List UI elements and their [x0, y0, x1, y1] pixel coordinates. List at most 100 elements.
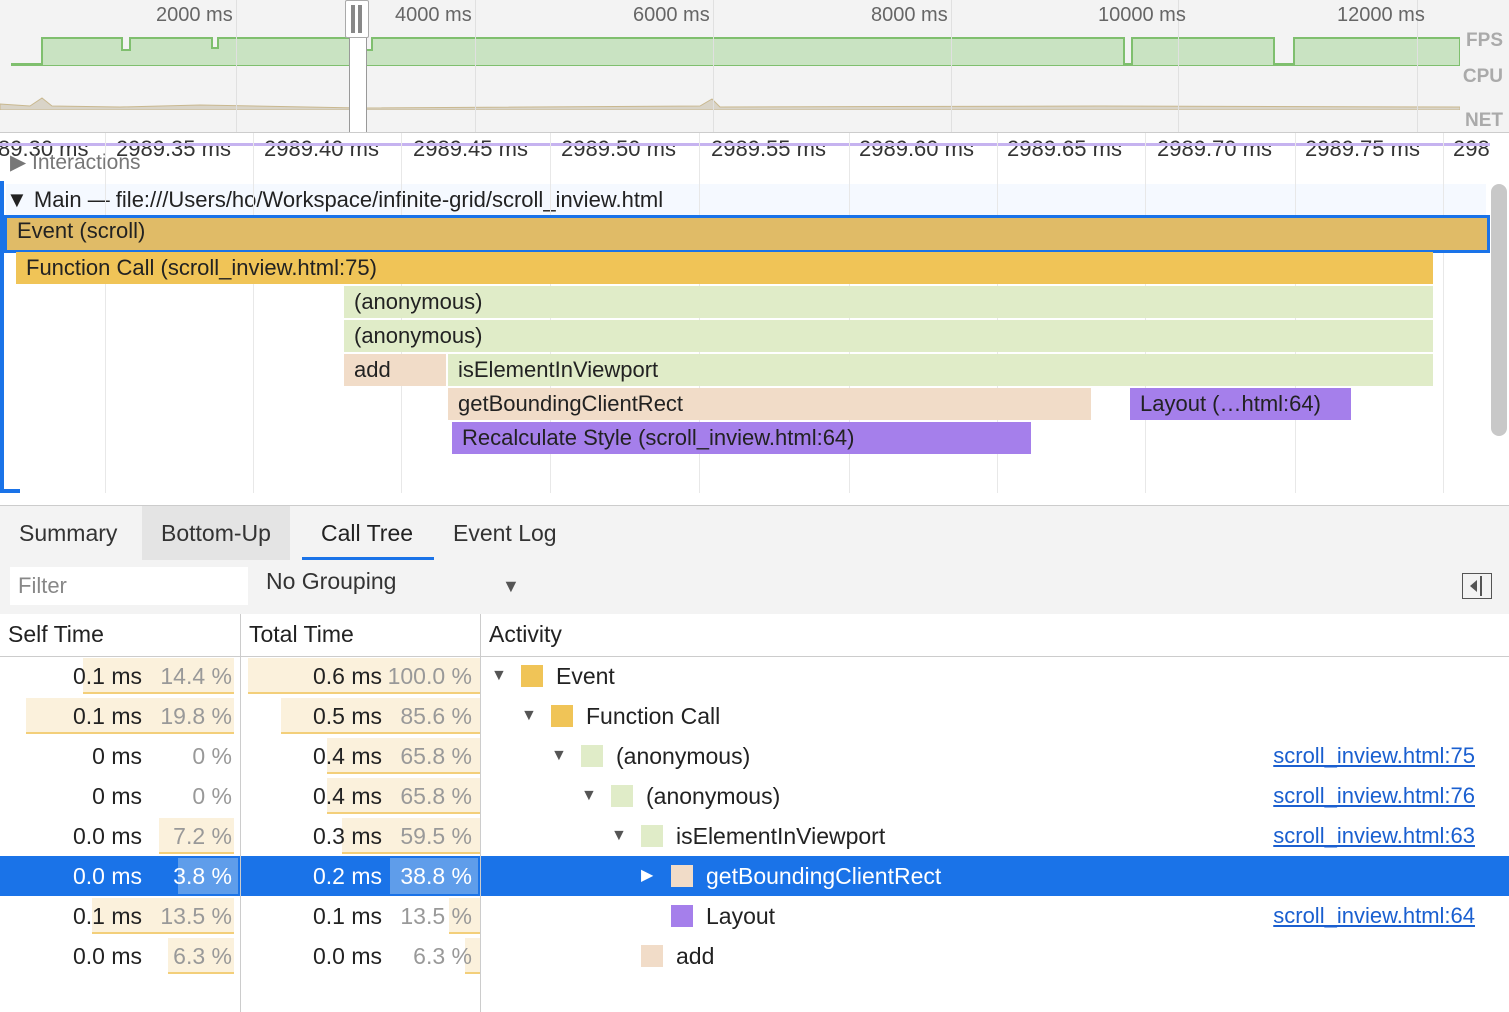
interactions-track-label[interactable]: ▶ Interactions — [10, 150, 141, 175]
ruler-gridline — [105, 133, 106, 493]
source-link[interactable]: scroll_inview.html:75 — [1273, 736, 1475, 776]
selection-bracket-bottom — [0, 489, 20, 493]
flame-bar[interactable]: isElementInViewport — [448, 354, 1433, 386]
ruler-gridline — [1443, 133, 1444, 493]
self-time-ms: 0.0 ms — [72, 943, 142, 969]
ruler-tick-label: 2989.60 ms — [859, 136, 974, 161]
filter-input[interactable] — [10, 567, 248, 605]
collapse-sidebar-icon — [1470, 576, 1482, 596]
expand-down-icon[interactable]: ▼ — [521, 696, 537, 736]
flame-scrollbar[interactable] — [1491, 184, 1507, 436]
expand-down-icon[interactable]: ▼ — [551, 736, 567, 776]
total-time-pct: 59.5 % — [400, 823, 472, 849]
total-time-ms: 0.2 ms — [312, 863, 382, 889]
self-time-pct: 19.8 % — [160, 703, 232, 729]
tab-bottom-up[interactable]: Bottom-Up — [142, 506, 290, 560]
ruler-tick-label: 2989.55 ms — [711, 136, 826, 161]
table-row[interactable]: 0.0 ms 6.3 % 0.0 ms 6.3 % add — [0, 936, 1509, 976]
total-time-ms: 0.6 ms — [312, 663, 382, 689]
column-divider[interactable] — [480, 614, 481, 1012]
total-time-pct: 38.8 % — [400, 863, 472, 889]
source-link[interactable]: scroll_inview.html:64 — [1273, 896, 1475, 936]
chevron-down-icon[interactable]: ▼ — [502, 576, 520, 597]
time-ruler: 89.30 ms 2989.35 ms 2989.40 ms 2989.45 ms 29… — [0, 133, 1509, 183]
self-time-pct: 14.4 % — [160, 663, 232, 689]
total-time-pct: 13.5 % — [400, 903, 472, 929]
ruler-tick-label: 2989.75 ms — [1305, 136, 1420, 161]
details-toolbar: No Grouping ▼ — [0, 560, 1509, 615]
expand-down-icon[interactable]: ▼ — [491, 656, 507, 696]
flame-bar[interactable]: (anonymous) — [344, 320, 1433, 352]
self-time-pct: 7.2 % — [173, 823, 232, 849]
flame-bar[interactable]: (anonymous) — [344, 286, 1433, 318]
column-divider[interactable] — [240, 614, 241, 1012]
category-swatch-icon — [671, 865, 693, 887]
expand-down-icon[interactable]: ▼ — [611, 816, 627, 856]
flame-bar[interactable]: Event (scroll) — [4, 215, 1490, 253]
selection-grip[interactable] — [345, 0, 369, 38]
total-time-pct: 85.6 % — [400, 703, 472, 729]
call-tree-header: Self Time Total Time Activity — [0, 614, 1509, 657]
overview-gridline — [951, 0, 952, 132]
table-row[interactable]: 0.1 ms 13.5 % 0.1 ms 13.5 % Layout scroll_inv… — [0, 896, 1509, 936]
ruler-tick-label: 2989.65 ms — [1007, 136, 1122, 161]
self-time-ms: 0.0 ms — [72, 863, 142, 889]
table-row[interactable]: 0.0 ms 3.8 % 0.2 ms 38.8 % ▶ getBoundingClien… — [0, 856, 1509, 896]
table-row[interactable]: 0 ms 0 % 0.4 ms 65.8 % ▼ (anonymous) scroll_in… — [0, 776, 1509, 816]
self-time-header[interactable]: Self Time — [0, 614, 241, 656]
expand-down-icon[interactable]: ▼ — [581, 776, 597, 816]
overview-tick-label: 2000 ms — [156, 4, 233, 26]
tab-summary[interactable]: Summary — [0, 506, 136, 560]
total-time-ms: 0.5 ms — [312, 703, 382, 729]
flame-bar[interactable]: Layout (…html:64) — [1130, 388, 1351, 420]
total-time-pct: 65.8 % — [400, 743, 472, 769]
self-time-ms: 0 ms — [92, 783, 142, 809]
grouping-select[interactable]: No Grouping — [266, 568, 396, 595]
activity-name: getBoundingClientRect — [706, 863, 942, 889]
activity-name: isElementInViewport — [676, 823, 886, 849]
self-time-ms: 0.1 ms — [72, 663, 142, 689]
sidebar-toggle-icon[interactable] — [1462, 573, 1492, 599]
activity-name: Layout — [706, 903, 776, 929]
net-label: NET — [1465, 110, 1503, 131]
category-swatch-icon — [611, 785, 633, 807]
tab-call-tree[interactable]: Call Tree — [302, 506, 434, 560]
source-link[interactable]: scroll_inview.html:63 — [1273, 816, 1475, 856]
total-time-ms: 0.0 ms — [312, 943, 382, 969]
source-link[interactable]: scroll_inview.html:76 — [1273, 776, 1475, 816]
table-row[interactable]: 0.0 ms 7.2 % 0.3 ms 59.5 % ▼ isElementInViewp… — [0, 816, 1509, 856]
overview-gridline — [713, 0, 714, 132]
activity-name: Function Call — [586, 703, 721, 729]
activity-name: (anonymous) — [616, 743, 751, 769]
flame-bar[interactable]: Recalculate Style (scroll_inview.html:64… — [452, 422, 1031, 454]
cpu-label: CPU — [1462, 66, 1503, 87]
expand-right-icon[interactable]: ▶ — [641, 856, 653, 896]
self-time-ms: 0.0 ms — [72, 823, 142, 849]
ruler-gridline — [253, 133, 254, 493]
table-row[interactable]: 0.1 ms 19.8 % 0.5 ms 85.6 % ▼ Function Call — [0, 696, 1509, 736]
total-time-header[interactable]: Total Time — [241, 614, 481, 656]
category-swatch-icon — [521, 665, 543, 687]
activity-name: Event — [556, 663, 615, 689]
overview-tick-label: 12000 ms — [1337, 4, 1425, 26]
details-tabbar: Summary Bottom-Up Call Tree Event Log — [0, 505, 1509, 561]
activity-header[interactable]: Activity — [481, 614, 562, 656]
category-swatch-icon — [641, 945, 663, 967]
tab-event-log[interactable]: Event Log — [434, 506, 576, 560]
activity-name: add — [676, 943, 715, 969]
overview-gridline — [236, 0, 237, 132]
flame-bar[interactable]: getBoundingClientRect — [448, 388, 1091, 420]
flame-bar[interactable]: Function Call (scroll_inview.html:75) — [16, 252, 1433, 284]
total-time-pct: 65.8 % — [400, 783, 472, 809]
table-row[interactable]: 0 ms 0 % 0.4 ms 65.8 % ▼ (anonymous) scroll_in… — [0, 736, 1509, 776]
table-row[interactable]: 0.1 ms 14.4 % 0.6 ms 100.0 % ▼ Event — [0, 656, 1509, 696]
self-time-pct: 0 % — [192, 743, 232, 769]
timeline-overview[interactable]: 2000 ms 4000 ms 6000 ms 8000 ms 10000 ms 1200… — [0, 0, 1509, 133]
self-time-ms: 0.1 ms — [72, 903, 142, 929]
self-time-pct: 0 % — [192, 783, 232, 809]
activity-name: (anonymous) — [646, 783, 781, 809]
category-swatch-icon — [551, 705, 573, 727]
flame-bar[interactable]: add — [344, 354, 446, 386]
total-time-ms: 0.4 ms — [312, 743, 382, 769]
cpu-chart — [0, 97, 1460, 110]
